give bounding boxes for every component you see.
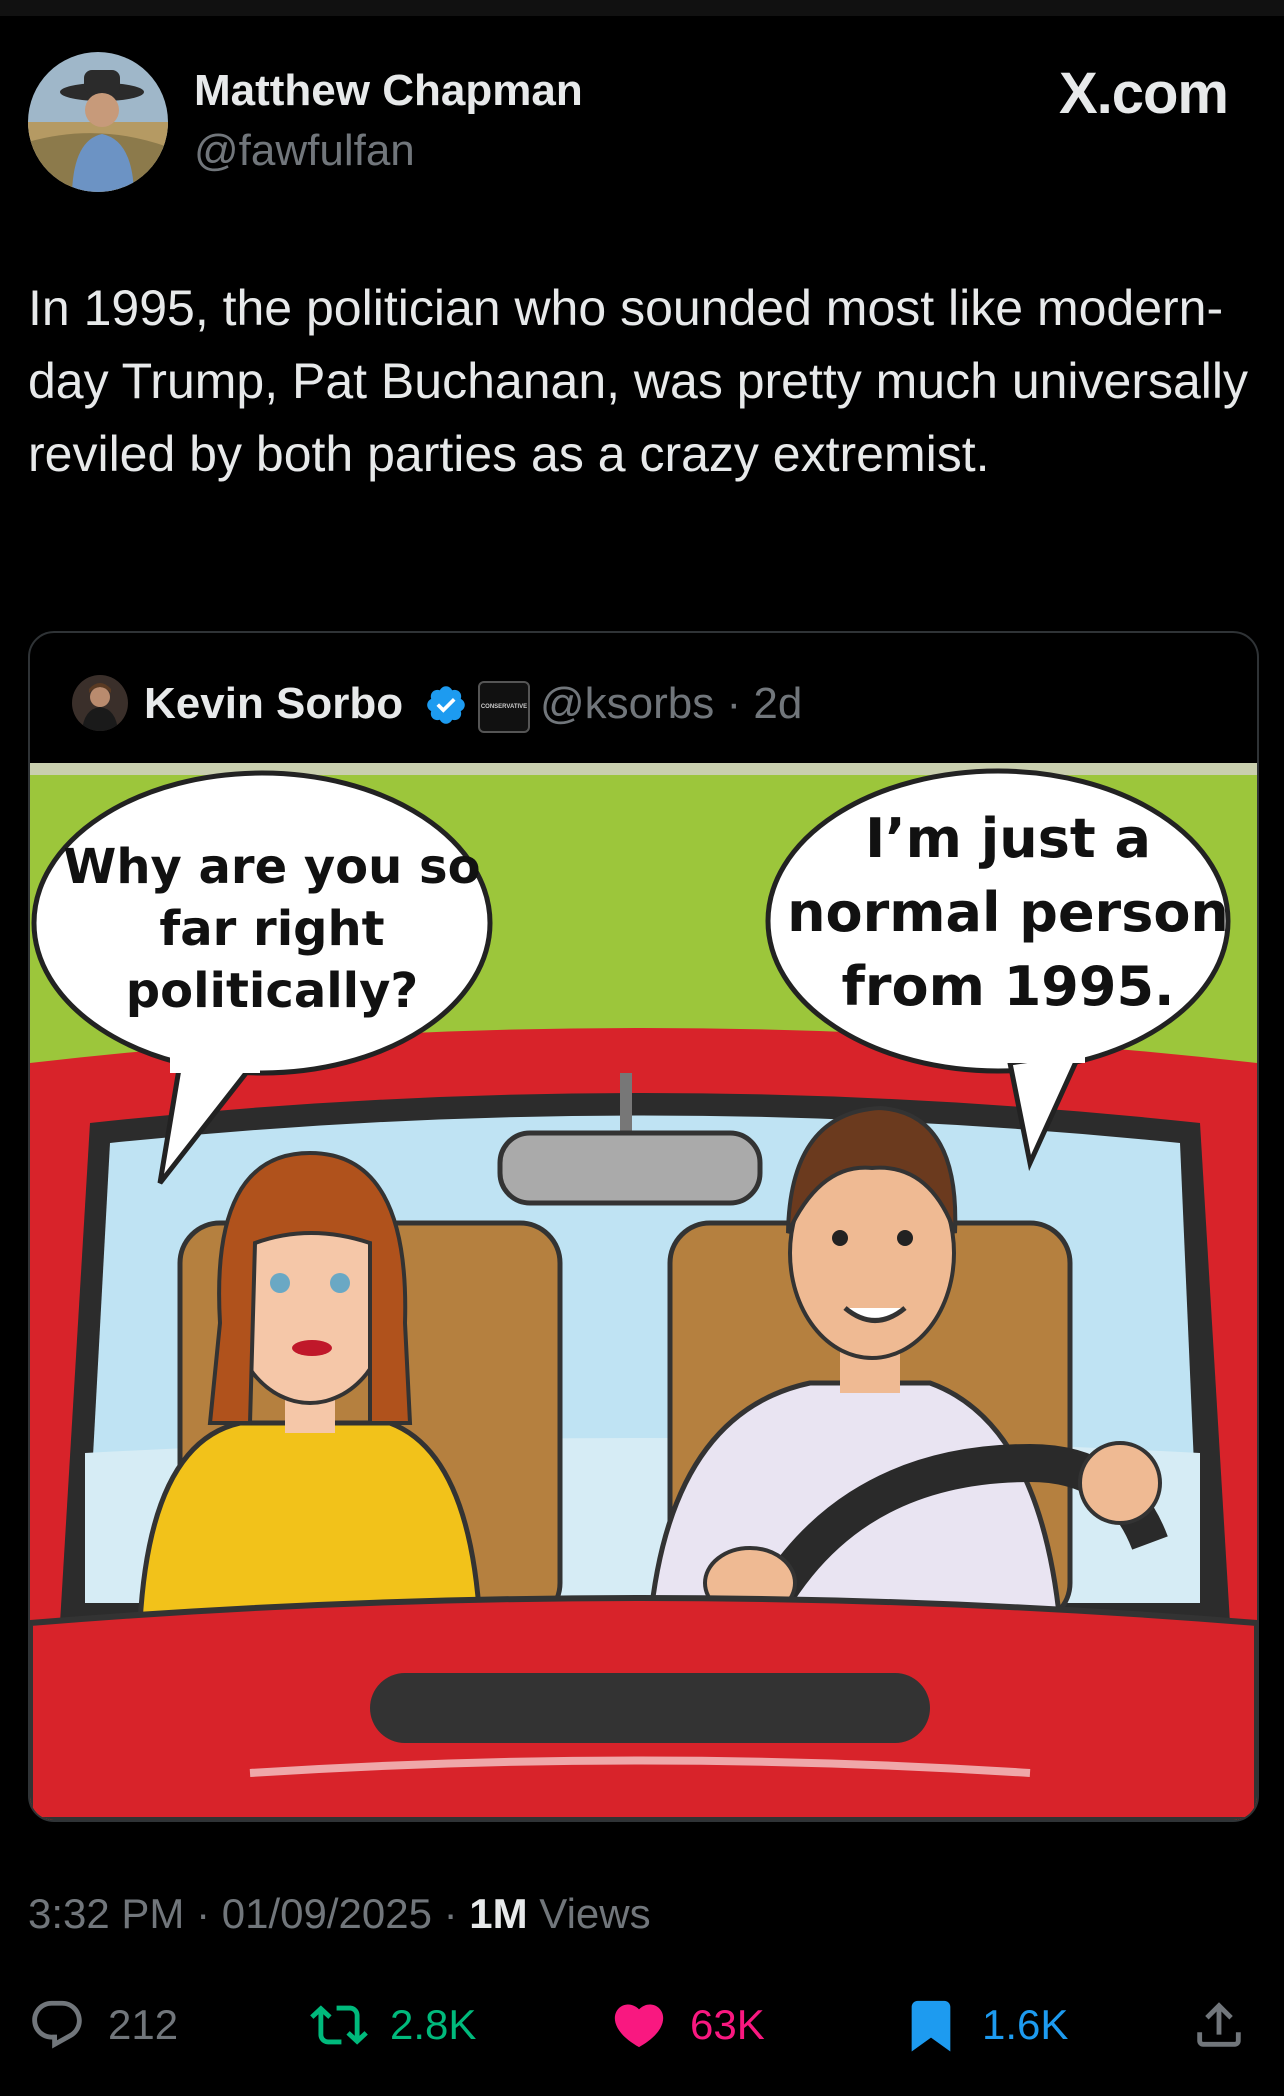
quoted-author-name[interactable]: Kevin Sorbo — [144, 679, 403, 729]
author-avatar[interactable] — [28, 52, 168, 192]
reply-icon — [28, 1996, 86, 2054]
reply-count: 212 — [108, 2001, 179, 2048]
tweet-timestamp[interactable]: 3:32 PM · 01/09/2025 · — [28, 1890, 469, 1937]
quoted-tweet-card[interactable]: Kevin Sorbo CONSERVATIVE @ksorbs · 2d Wh… — [28, 631, 1259, 1822]
bubble-right-line-2: normal person — [787, 881, 1229, 944]
tweet-text: In 1995, the politician who sounded most… — [28, 280, 1249, 482]
quoted-media-comic[interactable]: Why are you so far right politically? I’… — [30, 763, 1257, 1820]
share-icon — [1190, 1996, 1248, 2054]
views-count: 1M — [469, 1890, 528, 1937]
bookmark-icon — [902, 1996, 960, 2054]
views-label: Views — [527, 1890, 651, 1937]
bookmark-button[interactable]: 1.6K — [902, 1990, 1068, 2060]
quoted-handle-time[interactable]: @ksorbs · 2d — [540, 679, 802, 729]
bubble-left-line-3: politically? — [126, 963, 419, 1019]
repost-button[interactable]: 2.8K — [310, 1990, 476, 2060]
repost-icon — [310, 1996, 368, 2054]
quoted-tweet-header: Kevin Sorbo CONSERVATIVE @ksorbs · 2d — [30, 633, 1257, 761]
reply-button[interactable]: 212 — [28, 1990, 178, 2060]
like-count: 63K — [690, 2001, 765, 2048]
affiliate-badge: CONSERVATIVE — [478, 681, 530, 733]
action-bar: 212 2.8K 63K 1.6K — [0, 1990, 1284, 2060]
bubble-left-line-2: far right — [159, 901, 384, 957]
x-logo-text: X.com — [1058, 61, 1229, 126]
share-button[interactable] — [1190, 1990, 1248, 2060]
heart-icon — [610, 1996, 668, 2054]
author-name[interactable]: Matthew Chapman — [194, 66, 583, 116]
bookmark-count: 1.6K — [982, 2001, 1069, 2048]
quoted-author-avatar[interactable] — [72, 675, 128, 731]
status-strip — [0, 0, 1284, 16]
like-button[interactable]: 63K — [610, 1990, 765, 2060]
repost-count: 2.8K — [390, 2001, 477, 2048]
bubble-right-line-1: I’m just a — [865, 807, 1151, 870]
tweet-meta: 3:32 PM · 01/09/2025 · 1M Views — [28, 1890, 651, 1938]
bubble-right-line-3: from 1995. — [841, 955, 1174, 1018]
author-handle[interactable]: @fawfulfan — [194, 126, 415, 176]
bubble-left-line-1: Why are you so — [63, 839, 480, 895]
verified-badge-icon — [424, 683, 468, 727]
